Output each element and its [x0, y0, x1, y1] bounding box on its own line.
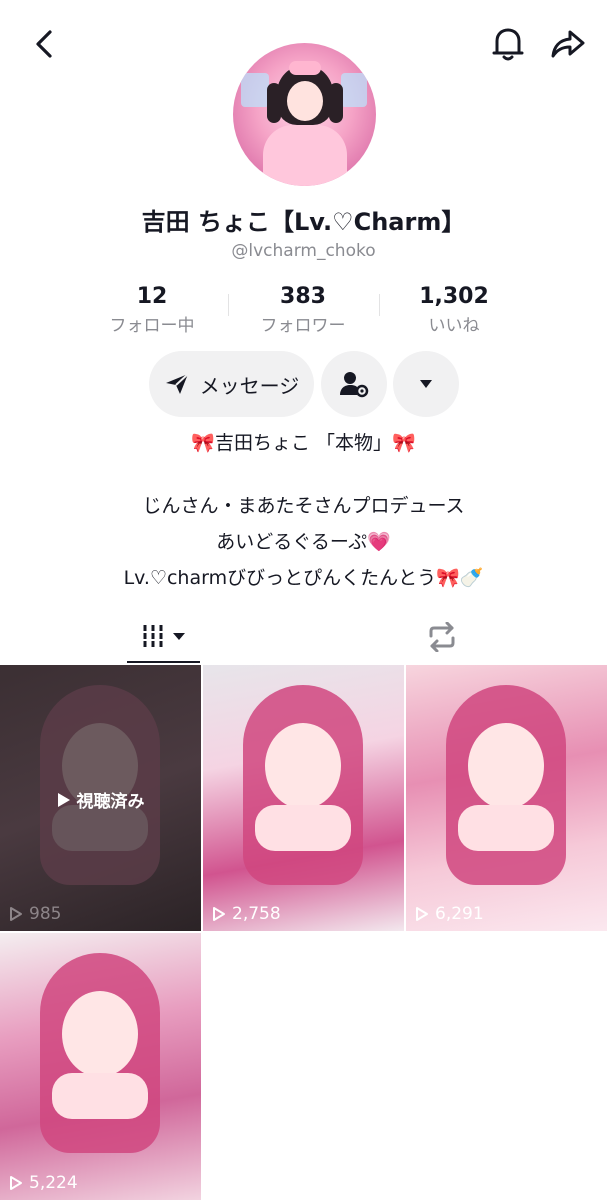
watched-badge: 視聴済み [0, 787, 201, 812]
video-thumbnail[interactable]: 2,758 [203, 665, 404, 931]
bio-text: じんさん・まあたそさんプロデュース あいどるぐるーぷ💗 Lv.♡charmびびっ… [0, 488, 607, 596]
bio-line: じんさん・まあたそさんプロデュース [142, 495, 465, 517]
bio-line: あいどるぐるーぷ💗 [216, 531, 391, 553]
tab-reposts[interactable] [405, 611, 478, 663]
share-button[interactable] [546, 22, 590, 66]
notifications-button[interactable] [488, 22, 528, 66]
bio-line: Lv.♡charmびびっとぴんくたんとう🎀🍼 [123, 567, 484, 589]
view-count-value: 2,758 [232, 904, 281, 924]
person-gear-icon [340, 372, 369, 398]
play-outline-icon [10, 1176, 22, 1190]
watched-label: 視聴済み [76, 792, 145, 812]
play-icon [57, 792, 70, 807]
profile-stats: 12 フォロー中 383 フォロワー 1,302 いいね [0, 284, 607, 340]
stat-value: 1,302 [419, 284, 489, 309]
video-thumbnail[interactable]: 視聴済み 985 [0, 665, 201, 931]
grid-icon [140, 625, 185, 647]
view-count: 6,291 [415, 904, 484, 924]
message-button-label: メッセージ [199, 373, 300, 398]
caret-down-icon [420, 380, 432, 388]
share-arrow-icon [551, 30, 585, 58]
username-handle: @lvcharm_choko [231, 241, 376, 261]
chevron-left-icon [36, 30, 52, 58]
stat-likes: 1,302 いいね [379, 284, 529, 336]
tab-videos[interactable] [127, 611, 200, 663]
video-thumbnail[interactable]: 5,224 [0, 933, 201, 1200]
repost-icon [429, 622, 454, 652]
stat-label: いいね [428, 316, 480, 336]
stat-value: 383 [280, 284, 326, 309]
play-outline-icon [416, 907, 428, 921]
stat-value: 12 [136, 284, 168, 309]
view-count-value: 6,291 [435, 904, 484, 924]
stat-following[interactable]: 12 フォロー中 [77, 284, 227, 336]
profile-actions: メッセージ [0, 351, 607, 417]
view-count-value: 985 [29, 904, 62, 924]
bell-icon [492, 28, 524, 61]
stat-label: フォロー中 [109, 316, 195, 336]
stat-followers[interactable]: 383 フォロワー [228, 284, 378, 336]
view-count: 5,224 [9, 1173, 78, 1193]
avatar[interactable] [233, 43, 376, 186]
bio-title: 🎀吉田ちょこ 「本物」🎀 [191, 432, 416, 454]
video-thumbnail[interactable]: 6,291 [406, 665, 607, 931]
view-count: 2,758 [212, 904, 281, 924]
more-options-button[interactable] [393, 351, 459, 417]
play-outline-icon [213, 907, 225, 921]
send-icon [165, 373, 189, 394]
content-tabs [0, 611, 607, 663]
play-outline-icon [10, 907, 22, 921]
friend-settings-button[interactable] [321, 351, 387, 417]
view-count-value: 5,224 [29, 1173, 78, 1193]
message-button[interactable]: メッセージ [149, 351, 314, 417]
stat-label: フォロワー [260, 316, 346, 336]
display-name: 吉田 ちょこ【Lv.♡Charm】 [141, 208, 466, 236]
back-button[interactable] [24, 24, 64, 64]
view-count: 985 [9, 904, 61, 924]
